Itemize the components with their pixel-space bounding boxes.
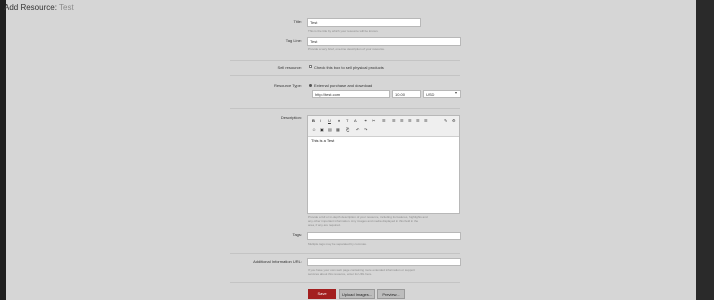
edit-source-icon[interactable]: ✎ <box>444 118 447 123</box>
tags-hint: Multiple tags may be separated by commas… <box>308 242 367 246</box>
link-button[interactable]: ⚭ <box>364 118 367 123</box>
smilie-button[interactable]: ☺ <box>312 127 316 132</box>
tag-line-input[interactable]: Test <box>307 37 461 46</box>
right-rail <box>696 0 714 300</box>
preview-button[interactable]: Preview... <box>377 289 405 299</box>
align-center-button[interactable]: ☰ <box>392 118 396 123</box>
redo-button[interactable]: ↷ <box>364 127 367 132</box>
separator <box>230 60 460 61</box>
undo-button[interactable]: ↶ <box>356 127 359 132</box>
image-button[interactable]: ▣ <box>320 127 324 132</box>
additional-url-hint-line-2: services about this resource, enter its … <box>308 272 373 276</box>
description-editor[interactable]: B I U ♦ T A ⚭ ✂ ☰ ☰ ☰ ☰ ☰ ☰ ✎ ⚙ ☺ ▣ ▤ ▦ … <box>307 115 460 214</box>
editor-content[interactable]: This is a Test <box>311 138 334 143</box>
align-right-button[interactable]: ☰ <box>400 118 404 123</box>
resource-type-label: Resource Type: <box>274 83 302 88</box>
unlink-button[interactable]: ✂ <box>372 118 375 123</box>
page-title: Add Resource: Test <box>4 3 74 12</box>
sell-resource-label: Sell resource: <box>277 65 302 70</box>
external-purchase-label: External purchase and download <box>314 83 373 88</box>
indent-button[interactable]: ☰ <box>424 118 428 123</box>
additional-url-input[interactable] <box>307 258 461 266</box>
chevron-down-icon <box>455 92 457 94</box>
media-button[interactable]: ▤ <box>328 127 332 132</box>
tags-label: Tags: <box>292 232 302 237</box>
draft-button[interactable]: ⎗ <box>346 127 349 132</box>
underline-button[interactable]: U <box>328 118 331 123</box>
description-hint-line-3: area, if any are required. <box>308 223 341 227</box>
align-left-button[interactable]: ☰ <box>382 118 386 123</box>
tag-line-label: Tag Line: <box>285 38 302 43</box>
separator <box>230 253 460 254</box>
bullet-list-button[interactable]: ☰ <box>408 118 412 123</box>
settings-icon[interactable]: ⚙ <box>452 118 456 123</box>
font-size-button[interactable]: T <box>346 118 348 123</box>
separator <box>230 282 460 283</box>
external-purchase-radio[interactable] <box>309 84 312 87</box>
description-label: Description: <box>280 115 302 120</box>
editor-toolbar: B I U ♦ T A ⚭ ✂ ☰ ☰ ☰ ☰ ☰ ☰ ✎ ⚙ ☺ ▣ ▤ ▦ … <box>308 116 459 137</box>
font-button[interactable]: A <box>354 118 357 123</box>
numbered-list-button[interactable]: ☰ <box>416 118 420 123</box>
tag-line-hint: Provide a very brief, one-line descripti… <box>308 47 385 51</box>
additional-url-label: Additional Information URL: <box>253 259 302 264</box>
title-input[interactable]: Test <box>307 18 421 27</box>
italic-button[interactable]: I <box>320 118 321 123</box>
resource-name: Test <box>59 3 74 12</box>
title-label: Title: <box>293 19 302 24</box>
title-hint: This is the title by which your resource… <box>308 29 379 33</box>
separator <box>230 75 460 76</box>
sell-resource-checkbox-label: Check this box to sell physical products <box>314 65 384 70</box>
external-url-input[interactable]: http://test.com <box>312 90 390 98</box>
insert-button[interactable]: ▦ <box>336 127 340 132</box>
separator <box>230 108 460 109</box>
sell-resource-checkbox[interactable] <box>309 65 312 68</box>
color-button[interactable]: ♦ <box>338 118 340 123</box>
upload-images-button[interactable]: Upload Images... <box>339 289 375 299</box>
price-input[interactable]: 10.00 <box>392 90 421 98</box>
bold-button[interactable]: B <box>312 118 315 123</box>
tags-input[interactable] <box>307 232 461 240</box>
save-button[interactable]: Save <box>308 289 336 299</box>
